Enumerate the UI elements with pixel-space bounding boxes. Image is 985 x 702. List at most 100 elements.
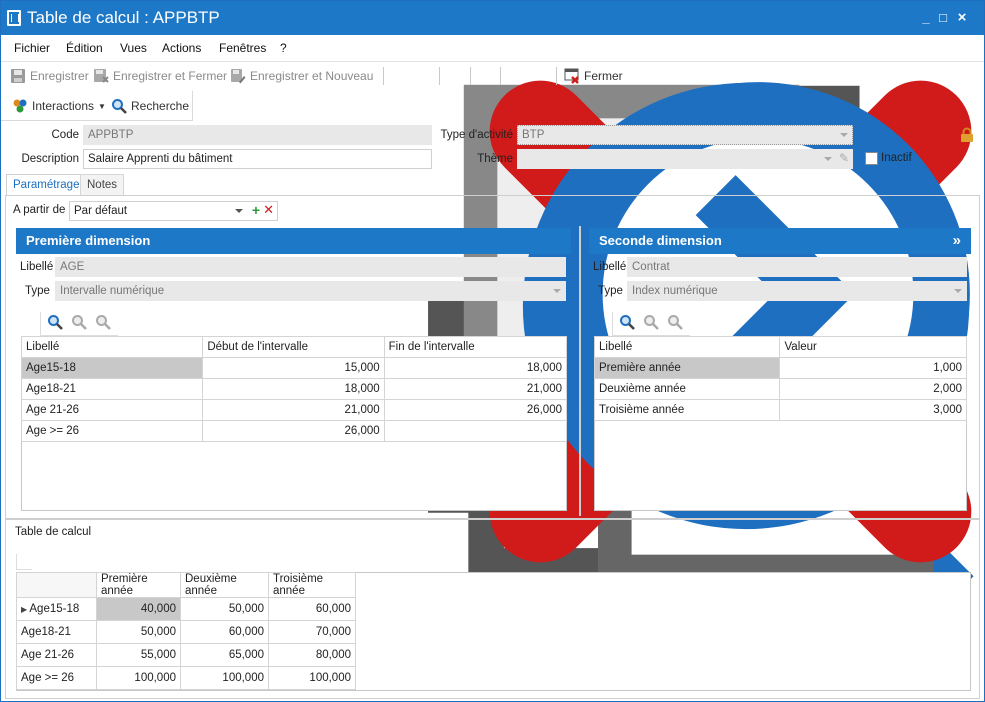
table-row[interactable]: Troisième année 3,000 xyxy=(593,399,967,421)
menu-fenetres[interactable]: Fenêtres xyxy=(219,41,266,55)
table-row[interactable]: Deuxième année 2,000 xyxy=(593,378,967,400)
table-row[interactable]: Age18-21 50,000 60,000 70,000 xyxy=(16,620,356,644)
cell[interactable]: 55,000 xyxy=(96,643,181,667)
cell[interactable]: Age >= 26 xyxy=(20,420,204,442)
table-row[interactable]: Age15-18 15,000 18,000 xyxy=(20,357,568,379)
cell[interactable]: Première année xyxy=(593,357,781,379)
table-row[interactable]: Age18-21 18,000 21,000 xyxy=(20,378,568,400)
tab-parametrage[interactable]: Paramétrage xyxy=(6,174,87,196)
from-select[interactable]: Par défaut + ✕ xyxy=(69,201,278,221)
title-bar[interactable]: Table de calcul : APPBTP _ □ × xyxy=(1,1,984,35)
cell[interactable]: Deuxième année xyxy=(593,378,781,400)
cell[interactable]: Age 21-26 xyxy=(20,399,204,421)
section-splitter[interactable] xyxy=(6,518,979,520)
cell[interactable]: 21,000 xyxy=(383,378,568,400)
dim2-type-label: Type xyxy=(598,285,623,297)
edit-pencil-icon[interactable]: ✎ xyxy=(839,151,849,165)
zoom-icon[interactable] xyxy=(47,314,63,330)
menu-edition[interactable]: Édition xyxy=(66,41,103,55)
column-header[interactable]: Troisième année xyxy=(268,572,356,598)
dim2-libelle-field[interactable]: Contrat xyxy=(627,257,967,277)
cell[interactable]: 18,000 xyxy=(383,357,568,379)
table-row[interactable]: Age >= 26 100,000 100,000 100,000 xyxy=(16,666,356,690)
cell[interactable]: 100,000 xyxy=(96,666,181,690)
code-field[interactable]: APPBTP xyxy=(83,125,432,145)
table-row[interactable]: Première année 1,000 xyxy=(593,357,967,379)
cell[interactable]: Age18-21 xyxy=(20,378,204,400)
zoom-out-icon[interactable] xyxy=(95,314,111,330)
dim1-type-select[interactable]: Intervalle numérique xyxy=(55,281,566,301)
zoom-in-icon[interactable] xyxy=(71,314,87,330)
table-row[interactable]: ▶ Age15-18 40,000 50,000 60,000 xyxy=(16,597,356,621)
cell[interactable]: 60,000 xyxy=(268,597,356,621)
zoom-out-icon[interactable] xyxy=(667,314,683,330)
search-button[interactable]: Recherche xyxy=(111,98,189,114)
column-header[interactable]: Libellé xyxy=(593,336,781,358)
column-header[interactable]: Première année xyxy=(96,572,181,598)
cell[interactable]: 40,000 xyxy=(96,597,181,621)
minimize-button[interactable]: _ xyxy=(917,9,935,27)
column-header[interactable]: Valeur xyxy=(779,336,967,358)
cell[interactable]: 70,000 xyxy=(268,620,356,644)
cell[interactable]: 15,000 xyxy=(202,357,385,379)
activity-type-select[interactable]: BTP xyxy=(517,125,853,145)
remove-icon[interactable]: ✕ xyxy=(263,202,274,218)
cell[interactable]: 50,000 xyxy=(180,597,269,621)
cell[interactable]: 18,000 xyxy=(202,378,385,400)
zoom-icon[interactable] xyxy=(619,314,635,330)
cell[interactable]: 21,000 xyxy=(202,399,385,421)
panel-splitter[interactable] xyxy=(579,226,581,516)
menu-help[interactable]: ? xyxy=(280,41,287,55)
menu-vues[interactable]: Vues xyxy=(120,41,147,55)
cell[interactable]: Age15-18 xyxy=(20,357,204,379)
row-header[interactable]: ▶ Age15-18 xyxy=(16,597,97,621)
menu-fichier[interactable]: Fichier xyxy=(14,41,50,55)
cell[interactable]: 1,000 xyxy=(779,357,967,379)
cell[interactable]: 65,000 xyxy=(180,643,269,667)
inactive-checkbox[interactable] xyxy=(865,152,878,165)
maximize-button[interactable]: □ xyxy=(934,9,952,27)
table-row[interactable]: Age 21-26 21,000 26,000 xyxy=(20,399,568,421)
interactions-icon xyxy=(13,99,27,113)
cell[interactable]: 100,000 xyxy=(180,666,269,690)
cell[interactable]: 3,000 xyxy=(779,399,967,421)
zoom-in-icon[interactable] xyxy=(643,314,659,330)
cell[interactable]: 50,000 xyxy=(96,620,181,644)
from-value: Par défaut xyxy=(74,205,128,217)
expand-icon[interactable]: » xyxy=(953,232,961,249)
cell[interactable]: 60,000 xyxy=(180,620,269,644)
cell[interactable]: 80,000 xyxy=(268,643,356,667)
table-row[interactable]: Age >= 26 26,000 xyxy=(20,420,568,442)
row-header[interactable]: Age18-21 xyxy=(16,620,97,644)
tab-notes[interactable]: Notes xyxy=(80,174,125,196)
dim1-grid: Libellé Début de l'intervalle Fin de l'i… xyxy=(20,336,568,511)
dim1-libelle-field[interactable]: AGE xyxy=(55,257,566,277)
table-header-row: Libellé Valeur xyxy=(593,336,967,358)
dim2-type-value: Index numérique xyxy=(632,285,718,297)
menu-actions[interactable]: Actions xyxy=(162,41,201,55)
cell[interactable] xyxy=(383,420,568,442)
cell[interactable]: 26,000 xyxy=(383,399,568,421)
save-new-button[interactable]: Enregistrer et Nouveau xyxy=(230,68,373,84)
row-header[interactable]: Age >= 26 xyxy=(16,666,97,690)
cell[interactable]: 26,000 xyxy=(202,420,385,442)
save-close-button[interactable]: Enregistrer et Fermer xyxy=(93,68,227,84)
cell[interactable]: 100,000 xyxy=(268,666,356,690)
column-header[interactable]: Début de l'intervalle xyxy=(202,336,385,358)
table-header-row: Première année Deuxième année Troisième … xyxy=(16,572,356,598)
close-button[interactable]: Fermer xyxy=(564,68,623,84)
column-header[interactable]: Deuxième année xyxy=(180,572,269,598)
interactions-dropdown[interactable]: Interactions ▼ xyxy=(12,98,106,114)
column-header[interactable]: Libellé xyxy=(20,336,204,358)
cell[interactable]: Troisième année xyxy=(593,399,781,421)
description-field[interactable]: Salaire Apprenti du bâtiment xyxy=(83,149,432,169)
close-window-button[interactable]: × xyxy=(953,9,971,27)
dim2-type-select[interactable]: Index numérique xyxy=(627,281,967,301)
add-icon[interactable]: + xyxy=(252,202,260,218)
cell[interactable]: 2,000 xyxy=(779,378,967,400)
column-header[interactable]: Fin de l'intervalle xyxy=(383,336,568,358)
table-row[interactable]: Age 21-26 55,000 65,000 80,000 xyxy=(16,643,356,667)
row-header[interactable]: Age 21-26 xyxy=(16,643,97,667)
save-button[interactable]: Enregistrer xyxy=(10,68,89,84)
theme-select[interactable]: ✎ xyxy=(517,149,853,169)
